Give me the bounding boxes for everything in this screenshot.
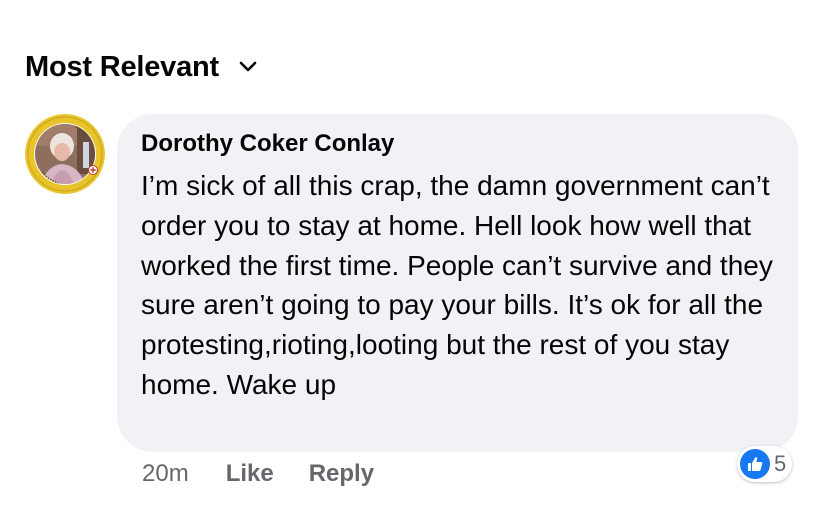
comment-actions: 20m Like Reply (142, 458, 374, 490)
user-avatar-icon (25, 114, 105, 194)
comments-section: Most Relevant Dorothy Coker Conlay I’m s… (0, 0, 828, 515)
comment-timestamp[interactable]: 20m (142, 460, 189, 488)
comment-bubble: Dorothy Coker Conlay I’m sick of all thi… (117, 114, 798, 452)
comment-author[interactable]: Dorothy Coker Conlay (141, 130, 394, 158)
reply-button[interactable]: Reply (309, 460, 374, 488)
like-button[interactable]: Like (226, 460, 274, 488)
thumbs-up-icon (740, 449, 770, 479)
sort-dropdown[interactable]: Most Relevant (25, 47, 257, 87)
reaction-count: 5 (774, 451, 787, 476)
chevron-down-icon (239, 61, 257, 72)
reaction-summary[interactable]: 5 (737, 446, 793, 482)
comment-text: I’m sick of all this crap, the damn gove… (141, 170, 773, 400)
sort-label: Most Relevant (25, 50, 219, 83)
avatar[interactable] (25, 114, 105, 194)
